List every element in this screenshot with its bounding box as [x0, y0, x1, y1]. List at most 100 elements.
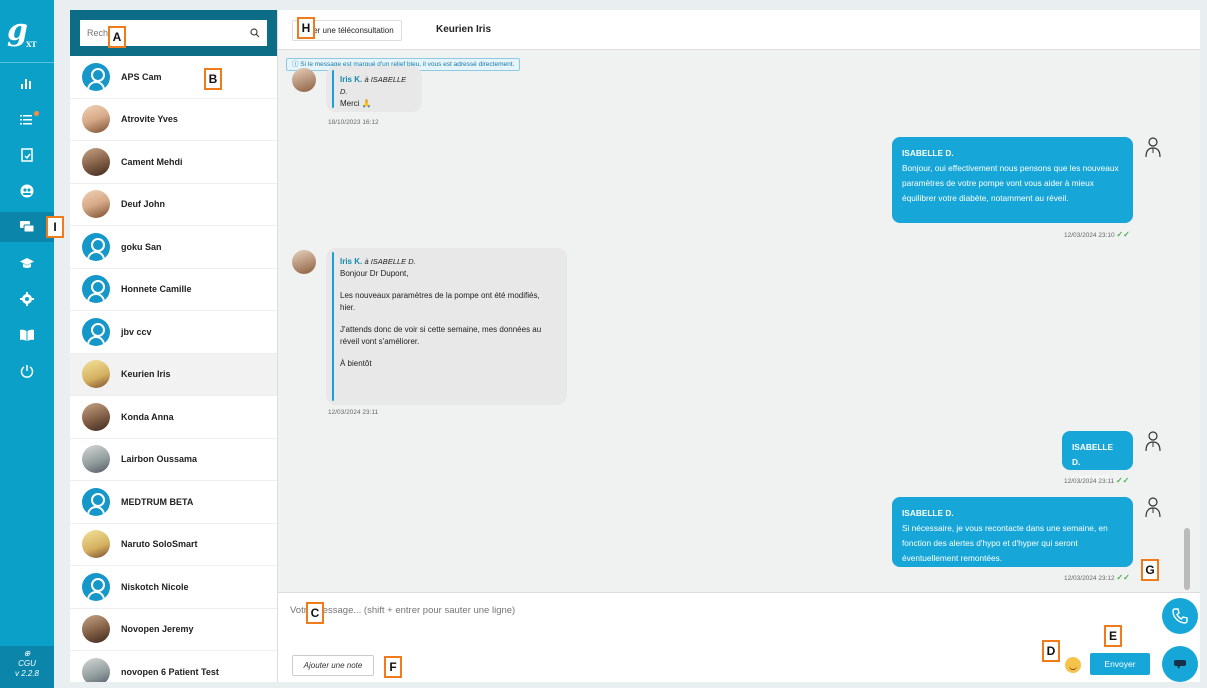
search-icon[interactable] — [250, 28, 260, 38]
nav-stats[interactable] — [0, 68, 54, 98]
nav-settings[interactable] — [0, 284, 54, 314]
contact-item[interactable]: MEDTRUM BETA — [70, 481, 277, 524]
avatar — [82, 572, 110, 601]
globe-icon: ⊕ — [23, 649, 31, 658]
app-logo[interactable]: gXT — [7, 12, 47, 50]
contact-name: APS Cam — [121, 71, 162, 82]
send-button[interactable]: Envoyer — [1090, 653, 1150, 675]
read-receipt-icon: ✓✓ — [1116, 573, 1130, 582]
scrollbar[interactable] — [1184, 60, 1190, 590]
avatar — [82, 657, 110, 682]
message-time: 12/03/2024 23:12 ✓✓ — [1064, 573, 1130, 582]
contact-item[interactable]: Deuf John — [70, 184, 277, 226]
call-button[interactable] — [1162, 598, 1198, 634]
message-incoming: Iris K. à ISABELLE D. Merci 🙏 — [326, 66, 422, 112]
nav-alerts[interactable] — [0, 104, 54, 134]
contact-item-selected[interactable]: Keurien Iris — [70, 353, 277, 396]
message-text: Si nécessaire, je vous recontacte dans u… — [902, 523, 1108, 563]
contact-name: Keurien Iris — [121, 369, 171, 380]
nav-documents[interactable] — [0, 140, 54, 170]
power-icon — [20, 365, 34, 378]
contact-item[interactable]: Cament Mehdi — [70, 141, 277, 184]
contact-item[interactable]: Novopen Jeremy — [70, 609, 277, 651]
message-text: J'attends donc de voir si cette semaine,… — [340, 325, 542, 346]
annotation-marker-g: G — [1141, 559, 1159, 581]
phone-icon — [1172, 608, 1188, 624]
contact-item[interactable]: Atrovite Yves — [70, 99, 277, 141]
nav-logout[interactable] — [0, 356, 54, 386]
notification-dot — [34, 111, 39, 116]
contact-name: Atrovite Yves — [121, 114, 178, 125]
message-text: Bonjour, oui effectivement nous pensons … — [902, 163, 1119, 203]
nav-library[interactable] — [0, 320, 54, 350]
chat-support-button[interactable] — [1162, 646, 1198, 682]
avatar — [82, 147, 110, 176]
message-outgoing: ISABELLE D. C'est noté — [1062, 431, 1133, 482]
avatar — [82, 615, 110, 644]
support-icon — [20, 184, 34, 198]
contact-name: novopen 6 Patient Test — [121, 666, 219, 677]
contact-item[interactable]: novopen 6 Patient Test — [70, 651, 277, 682]
scrollbar-thumb[interactable] — [1184, 528, 1190, 590]
message-time: 12/03/2024 23:11 — [328, 409, 379, 416]
chat-icon — [20, 221, 35, 233]
avatar — [292, 68, 316, 92]
message-author: ISABELLE D. — [902, 148, 954, 158]
emoji-icon[interactable] — [1065, 657, 1081, 673]
contact-item[interactable]: Niskotch Nicole — [70, 566, 277, 609]
contact-item[interactable]: Konda Anna — [70, 396, 277, 439]
nav-education[interactable] — [0, 248, 54, 278]
add-note-button[interactable]: Ajouter une note — [292, 655, 374, 676]
annotation-marker-a: A — [108, 26, 126, 48]
contact-name: Cament Mehdi — [121, 156, 183, 167]
contact-name: MEDTRUM BETA — [121, 496, 194, 507]
read-receipt-icon: ✓✓ — [1115, 476, 1130, 485]
annotation-marker-i: I — [46, 216, 64, 238]
contact-name: Honnete Camille — [121, 284, 192, 295]
contact-item[interactable]: Lairbon Oussama — [70, 439, 277, 481]
annotation-marker-e: E — [1104, 625, 1122, 647]
annotation-marker-f: F — [384, 656, 402, 678]
avatar — [82, 62, 110, 91]
message-time: 18/10/2023 16:12 — [328, 119, 379, 126]
annotation-marker-h: H — [297, 17, 315, 39]
list-alert-icon — [20, 115, 32, 125]
annotation-marker-c: C — [306, 602, 324, 624]
message-author: ISABELLE D. — [1072, 442, 1114, 467]
contact-name: Lairbon Oussama — [121, 454, 198, 465]
contact-item[interactable]: APS Cam — [70, 56, 277, 99]
cgu-link[interactable]: CGU — [0, 659, 54, 669]
contact-panel: APS Cam Atrovite Yves Cament Mehdi Deuf … — [70, 10, 278, 682]
avatar — [82, 232, 110, 261]
main-nav: gXT ⊕ CGU v 2.2.8 — [0, 0, 54, 688]
avatar — [82, 317, 110, 346]
contact-item[interactable]: Honnete Camille — [70, 269, 277, 311]
nav-footer[interactable]: ⊕ CGU v 2.2.8 — [0, 646, 54, 688]
doctor-avatar-icon — [1145, 137, 1161, 158]
message-sender: Iris K. — [340, 257, 363, 266]
message-time: 12/03/2024 23:11 ✓✓ — [1064, 476, 1130, 485]
contact-name: Deuf John — [121, 199, 165, 210]
direct-address-bar — [332, 252, 334, 401]
message-incoming: Iris K. à ISABELLE D. Bonjour Dr Dupont,… — [326, 248, 567, 405]
contact-name: Naruto SoloSmart — [121, 539, 198, 550]
read-receipt-icon: ✓✓ — [1116, 230, 1130, 239]
message-outgoing: ISABELLE D. Bonjour, oui effectivement n… — [892, 137, 1133, 223]
message-text: À bientôt — [340, 359, 372, 368]
avatar — [82, 530, 110, 559]
nav-support[interactable] — [0, 176, 54, 206]
message-input[interactable] — [290, 605, 990, 616]
chat-bubble-icon — [1174, 660, 1186, 669]
annotation-marker-b: B — [204, 68, 222, 90]
chat-header: Créer une téléconsultation Keurien Iris — [278, 10, 1200, 50]
doctor-avatar-icon — [1145, 497, 1161, 518]
contact-item[interactable]: jbv ccv — [70, 311, 277, 354]
book-icon — [20, 329, 34, 341]
message-outgoing: ISABELLE D. Si nécessaire, je vous recon… — [892, 497, 1133, 567]
avatar — [82, 360, 110, 389]
gear-icon — [20, 292, 34, 306]
avatar — [292, 250, 316, 274]
contact-item[interactable]: Naruto SoloSmart — [70, 524, 277, 566]
annotation-marker-d: D — [1042, 640, 1060, 662]
contact-item[interactable]: goku San — [70, 226, 277, 269]
